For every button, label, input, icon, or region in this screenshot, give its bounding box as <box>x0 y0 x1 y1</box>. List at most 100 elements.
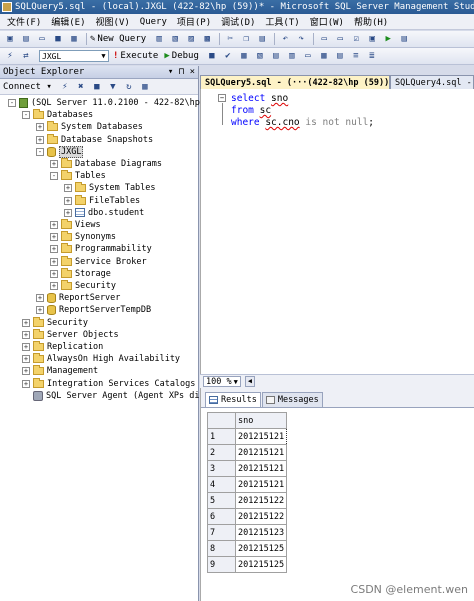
table-row[interactable]: 6 201215122 <box>207 508 288 525</box>
tree-node[interactable]: + Server Objects <box>22 328 119 341</box>
table-row[interactable]: 3 201215121 <box>207 460 288 477</box>
refresh-icon[interactable]: ↻ <box>122 80 136 93</box>
code-line[interactable]: where sc.cno is not null; <box>231 117 374 129</box>
tree-node[interactable]: + Database Diagrams <box>50 158 162 170</box>
cut-icon[interactable]: ✂ <box>223 33 237 46</box>
expand-icon[interactable]: + <box>50 282 58 290</box>
new-project-icon[interactable]: ▣ <box>3 33 17 46</box>
sql-editor[interactable]: − select sno from sc where sc.cno is not n… <box>200 89 474 374</box>
stop-icon[interactable]: ■ <box>205 50 219 63</box>
connect-server-icon[interactable]: ⚡ <box>58 80 72 93</box>
cell-sno[interactable]: 201215121 <box>234 476 288 493</box>
results-to-file-icon[interactable]: ▤ <box>333 50 347 63</box>
copy-icon[interactable]: ❐ <box>239 33 253 46</box>
expand-icon[interactable]: + <box>36 294 44 303</box>
cell-sno[interactable]: 201215122 <box>234 492 288 509</box>
expand-icon[interactable]: + <box>50 257 58 266</box>
save-all-icon[interactable]: ▦ <box>67 33 81 46</box>
navigate-forward-icon[interactable]: ▭ <box>333 33 347 46</box>
table-row[interactable]: 9 201215125 <box>207 556 288 573</box>
grid-corner[interactable] <box>207 412 236 429</box>
expand-icon[interactable]: + <box>22 379 30 388</box>
tree-node[interactable]: + dbo.student <box>64 207 144 219</box>
tree-node[interactable]: + Integration Services Catalogs <box>22 377 195 390</box>
panel-controls[interactable]: ▾ ⊓ × <box>168 67 195 77</box>
paste-icon[interactable]: ▤ <box>255 33 269 46</box>
table-row[interactable]: 4 201215121 <box>207 476 288 493</box>
tree-node[interactable]: + System Databases <box>36 121 143 133</box>
tree-node[interactable]: + Replication <box>22 341 103 353</box>
menu-item-1[interactable]: 编辑(E) <box>46 15 90 28</box>
zoom-select[interactable]: 100 % ▼ <box>203 376 241 387</box>
tree-node[interactable]: + Database Snapshots <box>36 133 153 146</box>
tree-node[interactable]: + Service Broker <box>50 255 147 268</box>
expand-icon[interactable]: + <box>22 330 30 339</box>
add-item-icon[interactable]: ▤ <box>19 33 33 46</box>
collapse-icon[interactable]: - <box>8 99 16 107</box>
menu-item-5[interactable]: 调试(D) <box>216 15 260 28</box>
xmla-query-icon[interactable]: ▩ <box>200 33 214 46</box>
debug-button[interactable]: ▶ Debug <box>164 51 199 61</box>
uncomment-icon[interactable]: ≣ <box>365 50 379 63</box>
row-number[interactable]: 4 <box>207 476 236 493</box>
intellisense-icon[interactable]: ▤ <box>269 50 283 63</box>
table-row[interactable]: 7 201215123 <box>207 524 288 541</box>
save-icon[interactable]: ■ <box>51 33 65 46</box>
tree-node[interactable]: + ReportServerTempDB <box>36 304 151 316</box>
open-file-icon[interactable]: ▭ <box>35 33 49 46</box>
tree-node[interactable]: - (SQL Server 11.0.2100 - 422-82\hp) <box>8 97 205 109</box>
expand-icon[interactable]: + <box>64 184 72 193</box>
cell-sno[interactable]: 201215122 <box>234 508 288 525</box>
table-row[interactable]: 1 201215121 <box>207 428 288 445</box>
expand-icon[interactable]: + <box>64 196 72 205</box>
tab-query-1[interactable]: SQLQuery4.sql - <box>390 75 474 89</box>
expand-icon[interactable]: + <box>22 355 30 364</box>
parse-icon[interactable]: ✔ <box>221 50 235 63</box>
menu-item-7[interactable]: 窗口(W) <box>305 15 349 28</box>
cell-sno[interactable]: 201215121 <box>234 428 288 445</box>
tree-node[interactable]: + FileTables <box>64 194 140 207</box>
collapse-icon[interactable]: - <box>36 147 44 156</box>
mdx-query-icon[interactable]: ▨ <box>184 33 198 46</box>
cell-sno[interactable]: 201215123 <box>234 524 288 541</box>
menu-item-4[interactable]: 项目(P) <box>172 15 216 28</box>
code-area[interactable]: select sno from sc where sc.cno is not nul… <box>231 93 374 129</box>
column-header-sno[interactable]: sno <box>234 412 288 429</box>
cell-sno[interactable]: 201215125 <box>234 556 288 573</box>
expand-icon[interactable]: + <box>50 233 58 242</box>
expand-icon[interactable]: + <box>22 343 30 351</box>
row-number[interactable]: 3 <box>207 460 236 477</box>
collapse-icon[interactable]: - <box>50 172 58 181</box>
table-row[interactable]: 5 201215122 <box>207 492 288 509</box>
collapse-icon[interactable]: - <box>22 111 30 120</box>
expand-icon[interactable]: + <box>50 269 58 278</box>
navigate-back-icon[interactable]: ▭ <box>317 33 331 46</box>
tree-node[interactable]: - Tables <box>50 170 106 182</box>
row-number[interactable]: 8 <box>207 540 236 557</box>
expand-icon[interactable]: + <box>50 221 58 229</box>
connect-icon[interactable]: ⚡ <box>3 50 17 63</box>
tab-messages[interactable]: Messages <box>261 392 323 407</box>
query-options-icon[interactable]: ▧ <box>253 50 267 63</box>
undo-icon[interactable]: ↶ <box>278 33 292 46</box>
comment-icon[interactable]: ≡ <box>349 50 363 63</box>
tree-node[interactable]: + Security <box>22 316 88 329</box>
expand-icon[interactable]: + <box>36 306 44 315</box>
tree-node[interactable]: + AlwaysOn High Availability <box>22 353 180 365</box>
results-to-grid-icon[interactable]: ▦ <box>317 50 331 63</box>
filter-icon[interactable]: ▼ <box>106 80 120 93</box>
tree-node[interactable]: + System Tables <box>64 182 156 194</box>
tree-node[interactable]: + Programmability <box>50 243 152 255</box>
execute-button[interactable]: ! Execute <box>113 51 158 61</box>
scroll-left-icon[interactable]: ◀ <box>244 376 255 387</box>
database-select[interactable]: JXGL ▼ <box>39 50 109 62</box>
row-number[interactable]: 6 <box>207 508 236 525</box>
connect-button[interactable]: Connect ▾ <box>3 82 52 92</box>
expand-icon[interactable]: + <box>36 123 44 132</box>
start-icon[interactable]: ▶ <box>381 33 395 46</box>
redo-icon[interactable]: ↷ <box>294 33 308 46</box>
results-to-text-icon[interactable]: ▭ <box>301 50 315 63</box>
row-number[interactable]: 5 <box>207 492 236 509</box>
include-plan-icon[interactable]: ▥ <box>285 50 299 63</box>
tree-node[interactable]: SQL Server Agent (Agent XPs dis <box>22 390 205 402</box>
